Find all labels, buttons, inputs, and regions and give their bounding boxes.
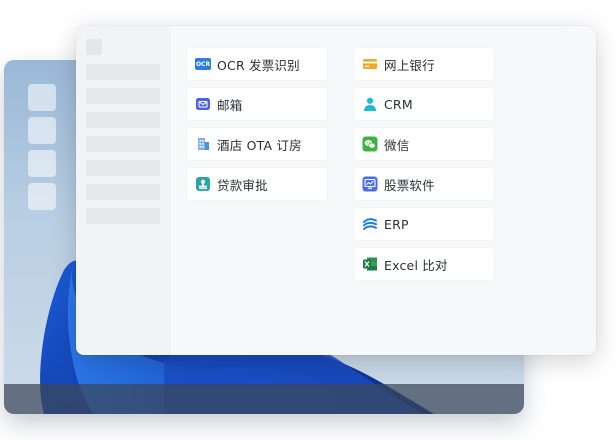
sidebar-item-placeholder[interactable] [86, 136, 160, 152]
app-label: 微信 [384, 137, 410, 153]
sidebar-item-placeholder[interactable] [86, 64, 160, 80]
taskbar [4, 384, 524, 414]
sidebar-item-placeholder[interactable] [86, 112, 160, 128]
app-label: 股票软件 [384, 177, 435, 193]
app-grid: OCR OCR 发票识别 邮箱 酒店 OTA 订房 贷款审批 网上银行 CRM … [171, 26, 596, 355]
app-card-ocr[interactable]: OCR OCR 发票识别 [187, 48, 327, 80]
app-card-excel-compare[interactable]: Excel 比对 [354, 248, 494, 280]
bank-card-icon [362, 56, 378, 72]
app-card-online-bank[interactable]: 网上银行 [354, 48, 494, 80]
app-card-mail[interactable]: 邮箱 [187, 88, 327, 120]
sidebar-item-placeholder[interactable] [86, 184, 160, 200]
desktop-icons [28, 84, 56, 210]
app-card-stock[interactable]: 股票软件 [354, 168, 494, 200]
desktop-icon[interactable] [28, 183, 56, 210]
app-label: 贷款审批 [217, 177, 268, 193]
app-card-crm[interactable]: CRM [354, 88, 494, 120]
app-label: 酒店 OTA 订房 [217, 137, 302, 153]
sidebar [76, 26, 171, 355]
desktop-icon[interactable] [28, 84, 56, 111]
mail-icon [195, 96, 211, 112]
sidebar-item-placeholder[interactable] [86, 160, 160, 176]
sidebar-logo-placeholder [86, 39, 102, 55]
app-label: OCR 发票识别 [217, 57, 300, 73]
app-label: 网上银行 [384, 57, 435, 73]
app-label: CRM [384, 96, 413, 112]
erp-icon [362, 216, 378, 232]
wechat-icon [362, 136, 378, 152]
app-card-hotel[interactable]: 酒店 OTA 订房 [187, 128, 327, 160]
desktop-icon[interactable] [28, 117, 56, 144]
sidebar-item-placeholder[interactable] [86, 88, 160, 104]
app-label: 邮箱 [217, 97, 243, 113]
app-label: ERP [384, 216, 409, 232]
user-icon [362, 96, 378, 112]
app-card-wechat[interactable]: 微信 [354, 128, 494, 160]
desktop-icon[interactable] [28, 150, 56, 177]
app-label: Excel 比对 [384, 257, 448, 273]
ocr-icon: OCR [195, 56, 211, 72]
excel-icon [362, 256, 378, 272]
hotel-icon [195, 136, 211, 152]
app-card-loan-approval[interactable]: 贷款审批 [187, 168, 327, 200]
sidebar-item-placeholder[interactable] [86, 208, 160, 224]
approval-stamp-icon [195, 176, 211, 192]
stock-chart-icon [362, 176, 378, 192]
app-card-erp[interactable]: ERP [354, 208, 494, 240]
app-window: OCR OCR 发票识别 邮箱 酒店 OTA 订房 贷款审批 网上银行 CRM … [76, 26, 596, 355]
